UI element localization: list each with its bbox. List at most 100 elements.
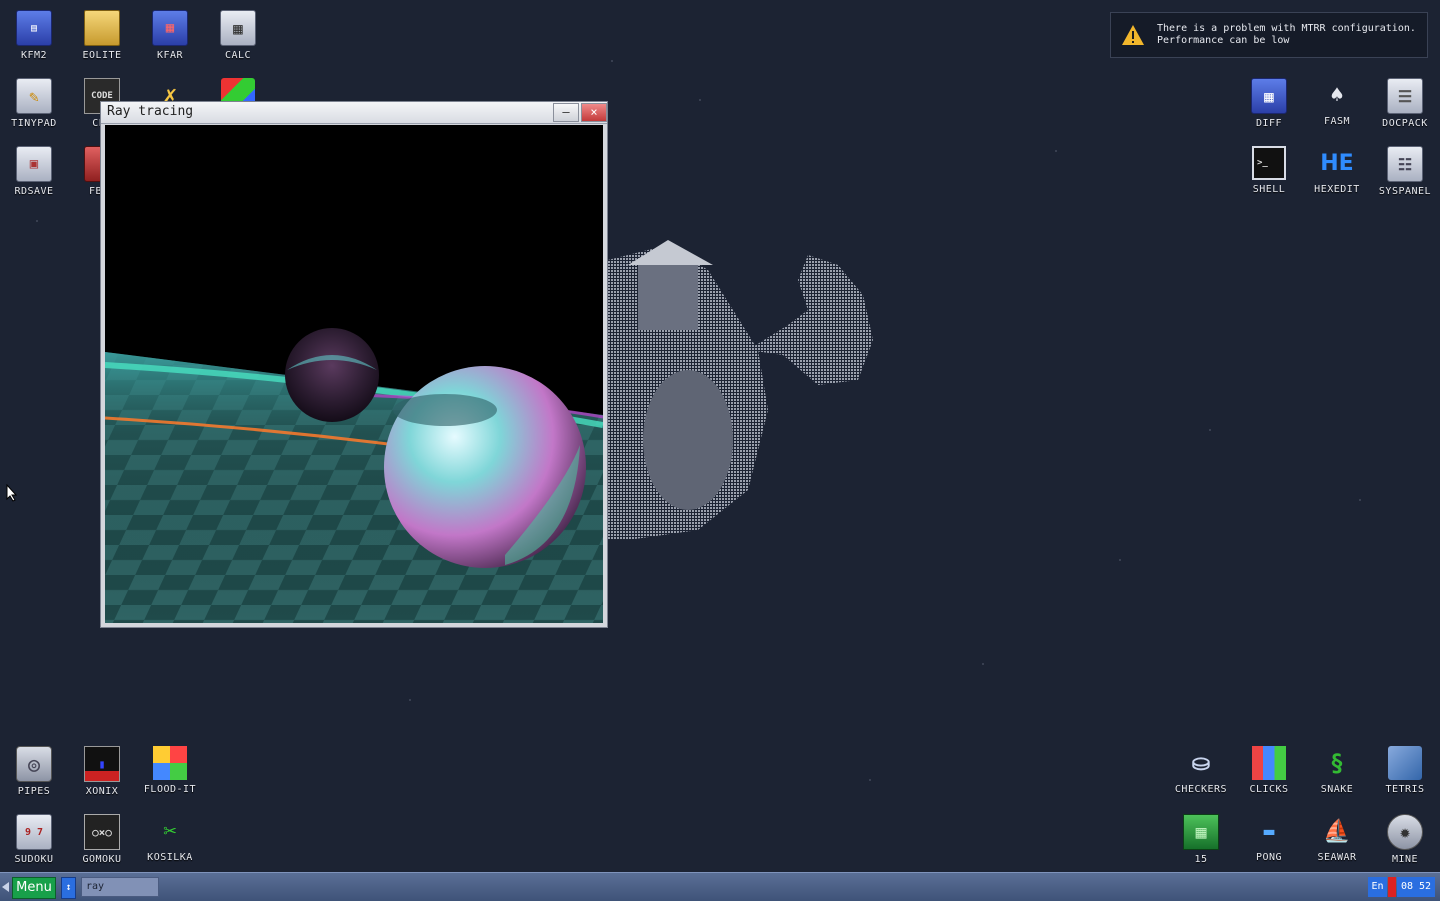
- fifteen-puzzle-icon: ▦: [1183, 814, 1219, 850]
- icon-label: DIFF: [1255, 118, 1283, 129]
- folder-icon: [84, 10, 120, 46]
- desktop-icon-gomoku[interactable]: ○×○ GOMOKU: [68, 808, 136, 872]
- icon-label: TINYPAD: [11, 118, 57, 129]
- desktop-icon-shell[interactable]: >_ SHELL: [1235, 140, 1303, 208]
- icon-label: CHECKERS: [1174, 784, 1228, 795]
- desktop-icon-tetris[interactable]: TETRIS: [1371, 740, 1439, 808]
- icon-label: SEAWAR: [1317, 852, 1357, 863]
- icon-label: DOCPACK: [1382, 118, 1428, 129]
- disk-save-icon: ▣: [16, 146, 52, 182]
- notification-line-2: Performance can be low: [1157, 35, 1290, 46]
- notification-text: There is a problem with MTRR configurati…: [1157, 23, 1416, 47]
- clicks-icon: [1252, 746, 1286, 780]
- window-title: Ray tracing: [107, 104, 194, 119]
- icon-label: SHELL: [1252, 184, 1286, 195]
- rendered-scene: [105, 125, 603, 623]
- terminal-icon: >_: [1252, 146, 1286, 180]
- menu-button[interactable]: Menu: [12, 877, 56, 899]
- icon-label: FASM: [1323, 116, 1351, 127]
- sudoku-icon: 9 7: [16, 814, 52, 850]
- icon-label: SNAKE: [1320, 784, 1354, 795]
- desktop-icon-15[interactable]: ▦ 15: [1167, 808, 1235, 872]
- gomoku-icon: ○×○: [84, 814, 120, 850]
- desktop-icon-xonix[interactable]: ▮ XONIX: [68, 740, 136, 808]
- desktop-icon-tinypad[interactable]: ✎ TINYPAD: [0, 72, 68, 140]
- hex-editor-icon: HE: [1320, 150, 1354, 176]
- snake-icon: §: [1329, 749, 1345, 777]
- icon-label: GOMOKU: [82, 854, 122, 865]
- pipes-icon: ◎: [16, 746, 52, 782]
- desktop: ▤ KFM2 EOLITE ▦ KFAR ▦ CALC ✎ TINYPAD CO…: [0, 0, 1440, 872]
- icon-label: PONG: [1255, 852, 1283, 863]
- warning-icon: [1122, 25, 1144, 45]
- icon-label: CALC: [224, 50, 252, 61]
- icon-label: EOLITE: [82, 50, 122, 61]
- window-titlebar[interactable]: Ray tracing – ×: [101, 102, 607, 124]
- ray-tracing-canvas[interactable]: [105, 125, 603, 623]
- xonix-icon: ▮: [84, 746, 120, 782]
- switch-windows-button[interactable]: ↕: [61, 877, 76, 899]
- minimize-button[interactable]: –: [553, 103, 579, 122]
- desktop-icon-flood-it[interactable]: FLOOD-IT: [136, 740, 204, 808]
- taskbar: Menu ↕ ray En 08 52: [0, 872, 1440, 901]
- desktop-icon-seawar[interactable]: ⛵ SEAWAR: [1303, 808, 1371, 872]
- cabinet-icon: ☰: [1387, 78, 1423, 114]
- desktop-icon-diff[interactable]: ▦ DIFF: [1235, 72, 1303, 140]
- desktop-icon-hexedit[interactable]: HE HEXEDIT: [1303, 140, 1371, 208]
- desktop-icon-snake[interactable]: § SNAKE: [1303, 740, 1371, 808]
- seawar-icon: ⛵: [1323, 818, 1351, 844]
- icon-label: SYSPANEL: [1378, 186, 1432, 197]
- icon-label: TETRIS: [1385, 784, 1425, 795]
- archive-grid-icon: ▦: [152, 10, 188, 46]
- calculator-icon: ▦: [220, 10, 256, 46]
- left-arrow-icon[interactable]: [2, 882, 10, 892]
- clock[interactable]: 08 52: [1397, 877, 1435, 897]
- pong-icon: ▬: [1263, 820, 1275, 842]
- ray-tracing-window[interactable]: Ray tracing – ×: [100, 101, 608, 628]
- icon-label: KFAR: [156, 50, 184, 61]
- desktop-icon-docpack[interactable]: ☰ DOCPACK: [1371, 72, 1439, 140]
- desktop-icon-syspanel[interactable]: ☷ SYSPANEL: [1371, 140, 1439, 208]
- icon-label: SUDOKU: [14, 854, 54, 865]
- icon-label: XONIX: [85, 786, 119, 797]
- desktop-icon-checkers[interactable]: ⛀ CHECKERS: [1167, 740, 1235, 808]
- status-indicator: [1388, 877, 1396, 897]
- desktop-icon-rdsave[interactable]: ▣ RDSAVE: [0, 140, 68, 208]
- icon-label: FLOOD-IT: [143, 784, 197, 795]
- language-indicator[interactable]: En: [1368, 877, 1387, 897]
- wallpaper-treehouse: [608, 240, 873, 540]
- icon-label: 15: [1194, 854, 1208, 865]
- icon-label: KOSILKA: [147, 852, 193, 863]
- lawnmower-icon: ✂: [163, 818, 177, 844]
- notepad-icon: ✎: [16, 78, 52, 114]
- icon-label: MINE: [1391, 854, 1419, 865]
- desktop-icon-eolite[interactable]: EOLITE: [68, 4, 136, 72]
- icon-label: HEXEDIT: [1314, 184, 1360, 195]
- desktop-icon-kosilka[interactable]: ✂ KOSILKA: [136, 808, 204, 872]
- taskbar-window-button[interactable]: ray: [81, 877, 159, 897]
- tetris-icon: [1388, 746, 1422, 780]
- icon-label: PIPES: [17, 786, 51, 797]
- desktop-icon-pipes[interactable]: ◎ PIPES: [0, 740, 68, 808]
- desktop-icon-clicks[interactable]: CLICKS: [1235, 740, 1303, 808]
- desktop-icon-mine[interactable]: ✹ MINE: [1371, 808, 1439, 872]
- desktop-icon-calc[interactable]: ▦ CALC: [204, 4, 272, 72]
- close-button[interactable]: ×: [581, 103, 607, 122]
- desktop-icon-kfar[interactable]: ▦ KFAR: [136, 4, 204, 72]
- diff-icon: ▦: [1251, 78, 1287, 114]
- icon-label: CLICKS: [1249, 784, 1289, 795]
- floppy-disk-icon: ▤: [16, 10, 52, 46]
- desktop-icon-sudoku[interactable]: 9 7 SUDOKU: [0, 808, 68, 872]
- mouse-cursor: [6, 484, 18, 502]
- mtrr-notification[interactable]: There is a problem with MTRR configurati…: [1110, 12, 1428, 58]
- desktop-icon-fasm[interactable]: ♠ FASM: [1303, 72, 1371, 140]
- flood-it-icon: [153, 746, 187, 780]
- desktop-icon-kfm2[interactable]: ▤ KFM2: [0, 4, 68, 72]
- mine-icon: ✹: [1387, 814, 1423, 850]
- icon-label: KFM2: [20, 50, 48, 61]
- notification-line-1: There is a problem with MTRR configurati…: [1157, 23, 1416, 34]
- fasm-eagle-icon: ♠: [1330, 82, 1344, 108]
- desktop-icon-pong[interactable]: ▬ PONG: [1235, 808, 1303, 872]
- settings-panel-icon: ☷: [1387, 146, 1423, 182]
- icon-label: RDSAVE: [14, 186, 54, 197]
